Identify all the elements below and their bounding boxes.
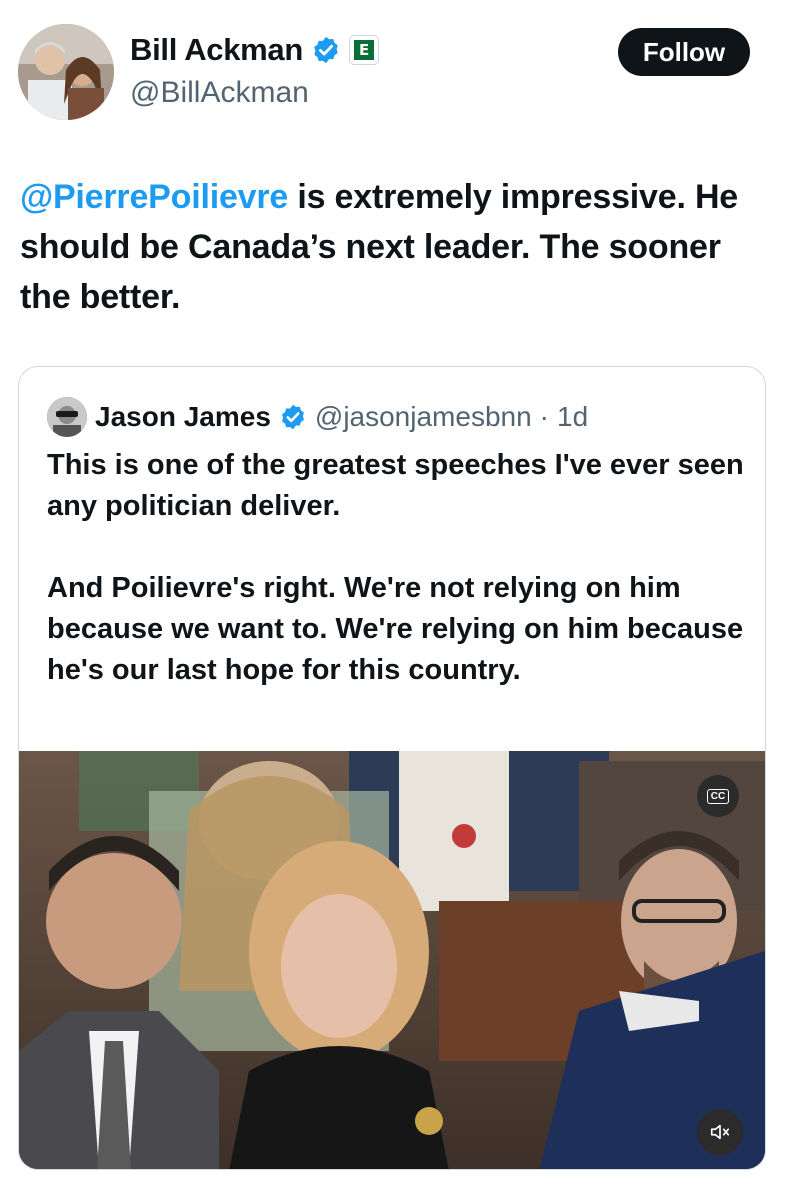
quoted-tweet-video[interactable]: CC bbox=[19, 751, 765, 1169]
quoted-author-handle[interactable]: @jasonjamesbnn bbox=[315, 401, 532, 433]
quoted-author-name[interactable]: Jason James bbox=[95, 401, 271, 433]
avatar-photo bbox=[18, 24, 114, 120]
organization-badge-icon[interactable]: E bbox=[349, 35, 379, 65]
quoted-tweet-card[interactable]: Jason James @jasonjamesbnn · 1d This is … bbox=[18, 366, 766, 1170]
author-name-row: Bill Ackman E bbox=[130, 32, 379, 68]
quoted-tweet-header: Jason James @jasonjamesbnn · 1d bbox=[47, 397, 588, 437]
author-handle[interactable]: @BillAckman bbox=[130, 76, 309, 110]
verified-badge-icon bbox=[279, 403, 307, 431]
closed-captions-button[interactable]: CC bbox=[697, 775, 739, 817]
tweet-mention-link[interactable]: @PierrePoilievre bbox=[20, 178, 288, 216]
timestamp-separator: · bbox=[539, 401, 549, 432]
quoted-author-avatar[interactable] bbox=[47, 397, 87, 437]
author-name[interactable]: Bill Ackman bbox=[130, 32, 303, 68]
quoted-tweet-time[interactable]: 1d bbox=[557, 401, 588, 433]
video-frame bbox=[19, 751, 765, 1169]
tweet-body: @PierrePoilievre is extremely impressive… bbox=[20, 172, 770, 322]
speaker-muted-icon bbox=[710, 1124, 730, 1140]
quoted-tweet-text: This is one of the greatest speeches I'v… bbox=[47, 449, 744, 686]
follow-button[interactable]: Follow bbox=[618, 28, 750, 76]
mute-toggle-button[interactable] bbox=[697, 1109, 743, 1155]
captions-label: CC bbox=[706, 788, 730, 804]
verified-badge-icon bbox=[311, 35, 341, 65]
author-avatar[interactable] bbox=[18, 24, 114, 120]
